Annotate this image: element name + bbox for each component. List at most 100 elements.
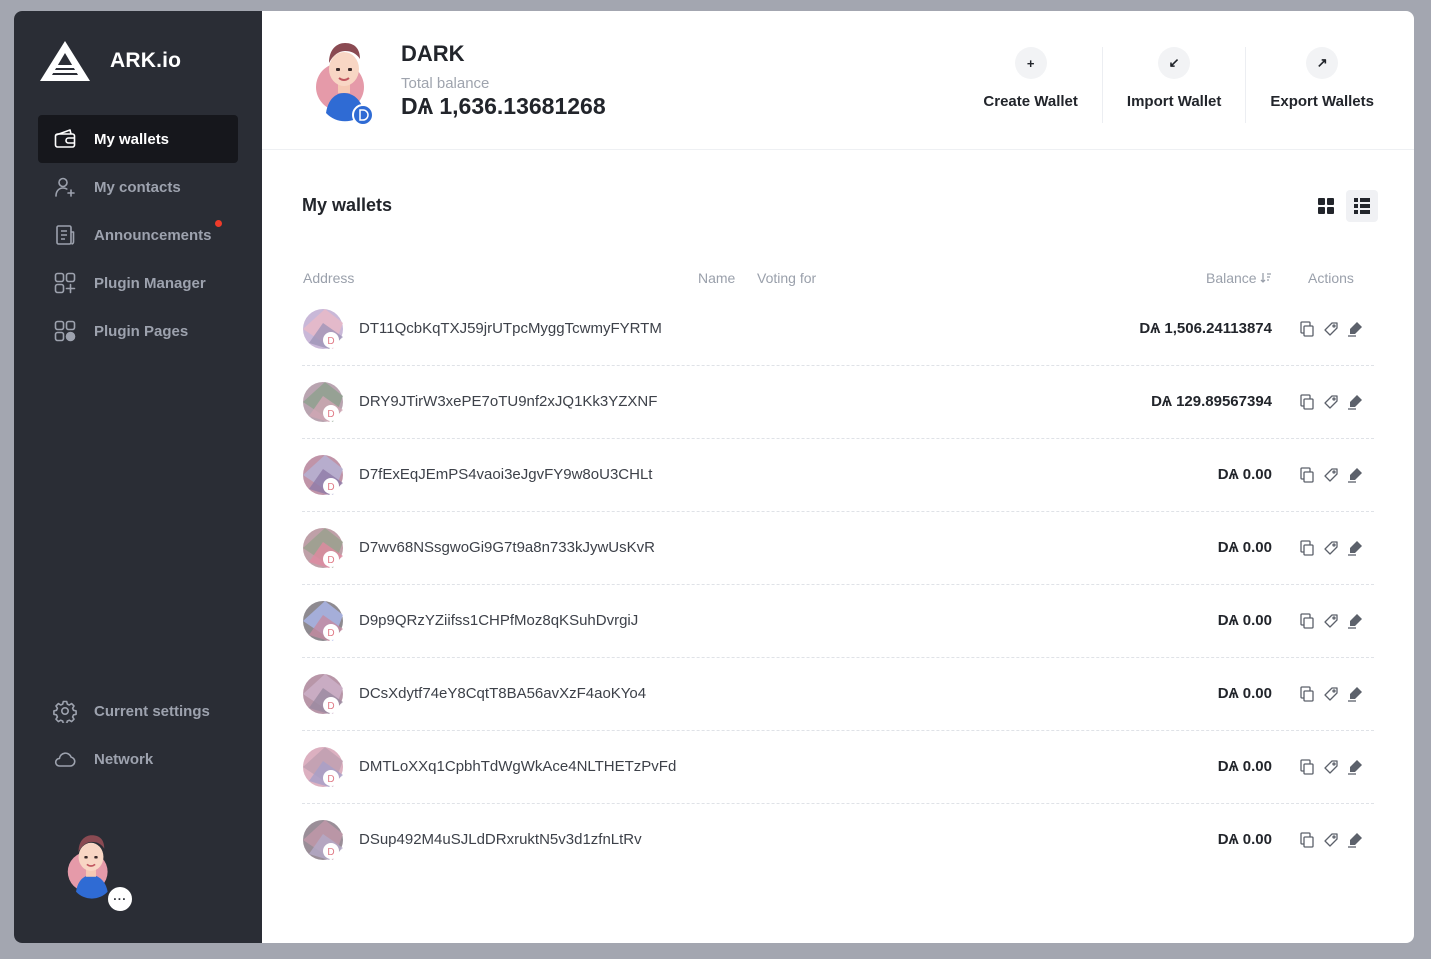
sidebar-item-label: Current settings [94,702,210,720]
sidebar-item-my-contacts[interactable]: My contacts [38,163,238,211]
view-toggle [1306,190,1378,222]
sort-descending-icon [1260,273,1271,283]
import-wallet-button[interactable]: ↙ Import Wallet [1101,47,1245,123]
tag-icon[interactable] [1323,613,1339,629]
wallet-address: D7fExEqJEmPS4vaoi3eJgvFY9w8oU3CHLt [359,466,653,483]
create-wallet-button[interactable]: + Create Wallet [959,47,1101,123]
tag-icon[interactable] [1323,321,1339,337]
tag-icon[interactable] [1323,832,1339,848]
header: DARK Total balance DѦ 1,636.13681268 + C… [262,11,1414,150]
sidebar-item-label: Announcements [94,226,212,244]
more-options-button[interactable]: ··· [106,885,134,913]
total-balance-value: DѦ 1,636.13681268 [401,93,606,119]
wallet-avatar: D [303,382,343,422]
sidebar-item-plugin-pages[interactable]: Plugin Pages [38,307,238,355]
sidebar-nav: My wallets My contacts Announcements Plu… [38,115,238,355]
sign-icon[interactable] [1347,540,1363,556]
wallet-avatar: D [303,309,343,349]
copy-icon[interactable] [1299,540,1315,556]
copy-icon[interactable] [1299,613,1315,629]
row-actions [1299,832,1371,848]
column-actions: Actions [1308,270,1354,286]
cloud-icon [52,746,78,772]
svg-text:D: D [327,701,334,712]
sidebar-item-my-wallets[interactable]: My wallets [38,115,238,163]
copy-icon[interactable] [1299,394,1315,410]
contacts-icon [52,174,78,200]
wallet-avatar: D [303,455,343,495]
tag-icon[interactable] [1323,467,1339,483]
wallet-avatar: D [303,674,343,714]
tag-icon[interactable] [1323,540,1339,556]
list-view-button[interactable] [1346,190,1378,222]
settings-icon [52,698,78,724]
wallets-table-body: D DT11QcbKqTXJ59jrUTpcMyggTcwmyFYRTM DѦ … [302,293,1374,877]
sidebar-item-plugin-manager[interactable]: Plugin Manager [38,259,238,307]
row-actions [1299,321,1371,337]
brand-name: ARK.io [110,49,182,72]
wallet-address: D9p9QRzYZiifss1CHPfMoz8qKSuhDvrgiJ [359,612,639,629]
sidebar-item-label: My wallets [94,130,170,148]
copy-icon[interactable] [1299,832,1315,848]
column-address[interactable]: Address [303,270,354,286]
sign-icon[interactable] [1347,759,1363,775]
row-actions [1299,686,1371,702]
column-name[interactable]: Name [698,270,735,286]
copy-icon[interactable] [1299,759,1315,775]
copy-icon[interactable] [1299,686,1315,702]
copy-icon[interactable] [1299,467,1315,483]
tag-icon[interactable] [1323,759,1339,775]
sidebar-item-label: My contacts [94,178,181,196]
column-voting-for[interactable]: Voting for [757,270,816,286]
plugin-pages-icon [52,318,78,344]
copy-icon[interactable] [1299,321,1315,337]
grid-view-button[interactable] [1310,190,1342,222]
table-row[interactable]: D D7fExEqJEmPS4vaoi3eJgvFY9w8oU3CHLt DѦ … [302,439,1374,512]
profile-avatar[interactable] [312,33,376,127]
table-row[interactable]: D DCsXdytf74eY8CqtT8BA56avXzF4aoKYo4 DѦ … [302,658,1374,731]
table-row[interactable]: D DT11QcbKqTXJ59jrUTpcMyggTcwmyFYRTM DѦ … [302,293,1374,366]
export-wallets-label: Export Wallets [1270,93,1374,110]
row-actions [1299,394,1371,410]
wallet-balance: DѦ 0.00 [1217,758,1272,775]
ark-logo-icon [40,41,90,81]
brand[interactable]: ARK.io [38,39,181,83]
svg-text:D: D [327,555,334,566]
sidebar-item-label: Plugin Pages [94,322,189,340]
import-wallet-label: Import Wallet [1126,93,1222,110]
table-row[interactable]: D D9p9QRzYZiifss1CHPfMoz8qKSuhDvrgiJ DѦ … [302,585,1374,658]
sidebar-item-label: Plugin Manager [94,274,206,292]
row-actions [1299,759,1371,775]
table-row[interactable]: D DRY9JTirW3xePE7oTU9nf2xJQ1Kk3YZXNF DѦ … [302,366,1374,439]
sidebar-item-network[interactable]: Network [38,735,238,783]
sign-icon[interactable] [1347,321,1363,337]
sidebar-item-current-settings[interactable]: Current settings [38,687,238,735]
sign-icon[interactable] [1347,467,1363,483]
svg-text:D: D [327,336,334,347]
wallet-avatar: D [303,747,343,787]
export-wallets-button[interactable]: ↗ Export Wallets [1245,47,1398,123]
wallet-avatar: D [303,820,343,860]
tag-icon[interactable] [1323,394,1339,410]
sign-icon[interactable] [1347,832,1363,848]
tag-icon[interactable] [1323,686,1339,702]
sign-icon[interactable] [1347,686,1363,702]
row-actions [1299,467,1371,483]
wallet-address: DT11QcbKqTXJ59jrUTpcMyggTcwmyFYRTM [359,320,662,337]
wallet-address: DMTLoXXq1CpbhTdWgWkAce4NLTHETzPvFd [359,758,677,775]
table-row[interactable]: D D7wv68NSsgwoGi9G7t9a8n733kJywUsKvR DѦ … [302,512,1374,585]
wallet-avatar: D [303,601,343,641]
sign-icon[interactable] [1347,394,1363,410]
table-row[interactable]: D DSup492M4uSJLdDRxruktN5v3d1zfnLtRv DѦ … [302,804,1374,877]
wallet-balance: DѦ 0.00 [1217,539,1272,556]
svg-text:D: D [327,482,334,493]
sidebar-item-announcements[interactable]: Announcements [38,211,238,259]
svg-text:D: D [327,409,334,420]
create-wallet-label: Create Wallet [983,93,1078,110]
wallet-balance: DѦ 0.00 [1217,612,1272,629]
column-balance[interactable]: Balance [1206,270,1272,286]
table-row[interactable]: D DMTLoXXq1CpbhTdWgWkAce4NLTHETzPvFd DѦ … [302,731,1374,804]
wallet-balance: DѦ 0.00 [1217,831,1272,848]
column-balance-label: Balance [1206,270,1257,286]
sign-icon[interactable] [1347,613,1363,629]
